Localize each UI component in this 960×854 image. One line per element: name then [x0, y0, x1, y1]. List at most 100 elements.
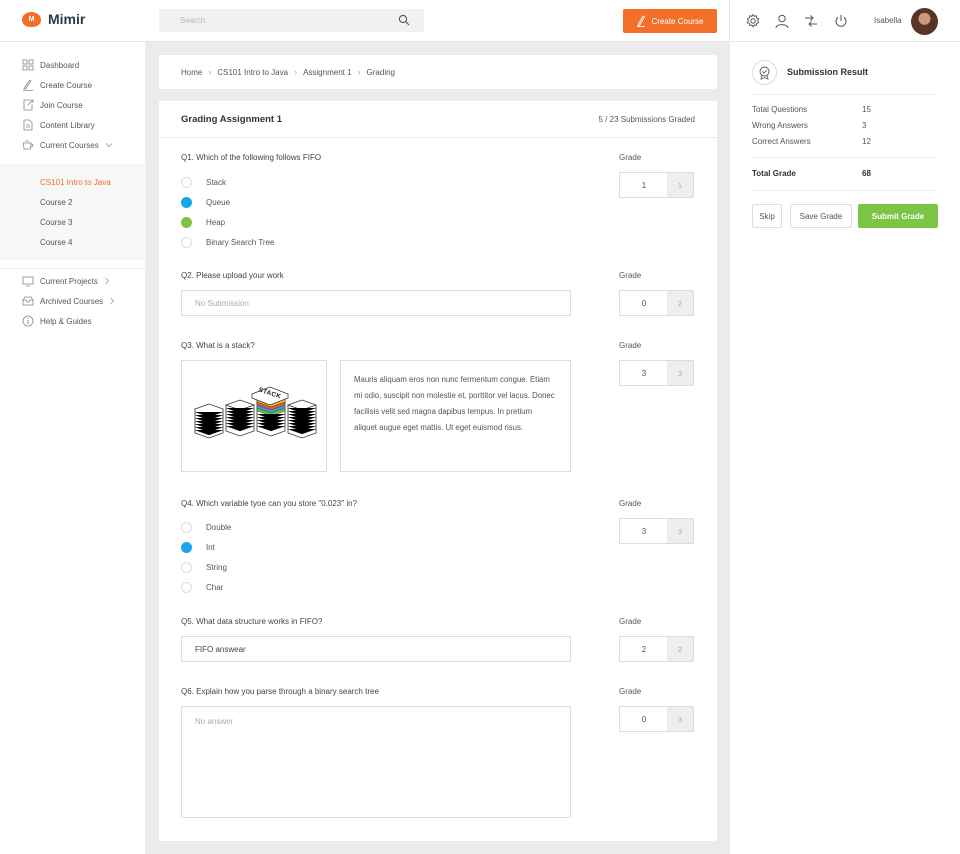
- wrong-answers-label: Wrong Answers: [752, 121, 808, 130]
- question-1-text: Q1. Which of the following follows FIFO: [181, 153, 322, 162]
- question-4-grade-input[interactable]: [620, 519, 668, 543]
- badge-icon: [759, 66, 770, 80]
- breadcrumb-home[interactable]: Home: [181, 68, 202, 77]
- grade-label: Grade: [619, 687, 642, 696]
- help-icon: [22, 315, 34, 327]
- question-3-grade: 3: [619, 360, 694, 386]
- grade-label: Grade: [619, 341, 642, 350]
- option-label: Binary Search Tree: [206, 237, 275, 247]
- grade-label: Grade: [619, 499, 642, 508]
- breadcrumb-course[interactable]: CS101 Intro to Java: [217, 68, 288, 77]
- radio-button[interactable]: [181, 581, 192, 593]
- radio-button[interactable]: [181, 236, 192, 248]
- user-icon[interactable]: [774, 13, 790, 29]
- question-6-text: Q6. Explain how you parse through a bina…: [181, 687, 379, 696]
- sidebar-course-3[interactable]: Course 3: [40, 218, 72, 227]
- q4-option-int[interactable]: Int: [181, 541, 215, 553]
- sidebar-course-2[interactable]: Course 2: [40, 198, 72, 207]
- search-bar: [159, 9, 424, 32]
- sidebar-item-create-course[interactable]: Create Course: [22, 78, 92, 92]
- sidebar-course-cs101[interactable]: CS101 Intro to Java: [40, 178, 111, 187]
- save-grade-button[interactable]: Save Grade: [790, 204, 852, 228]
- radio-button[interactable]: [181, 176, 192, 188]
- question-6-answer: No answer: [181, 706, 571, 818]
- sidebar-item-current-projects[interactable]: Current Projects: [22, 274, 110, 288]
- question-6-grade: 3: [619, 706, 694, 732]
- total-grade-value: 68: [862, 169, 871, 178]
- skip-button[interactable]: Skip: [752, 204, 782, 228]
- question-2-grade: 2: [619, 290, 694, 316]
- sidebar-item-label: Create Course: [40, 80, 93, 90]
- sidebar-course-4[interactable]: Course 4: [40, 238, 72, 247]
- question-3-grade-input[interactable]: [620, 361, 668, 385]
- grading-card: Grading Assignment 1 5 / 23 Submissions …: [159, 101, 717, 841]
- radio-button[interactable]: [181, 561, 192, 573]
- swap-icon[interactable]: [803, 13, 819, 29]
- q1-option-queue[interactable]: Queue: [181, 196, 230, 208]
- correct-answers-value: 12: [862, 137, 871, 146]
- q1-option-bst[interactable]: Binary Search Tree: [181, 236, 274, 248]
- sidebar-item-label: Join Course: [40, 100, 83, 110]
- q1-option-heap[interactable]: Heap: [181, 216, 225, 228]
- divider: [752, 94, 938, 95]
- q4-option-double[interactable]: Double: [181, 521, 231, 533]
- sidebar-item-join-course[interactable]: Join Course: [22, 98, 83, 112]
- question-1-max-points: 1: [667, 173, 693, 197]
- sidebar-item-label: Current Courses: [40, 140, 99, 150]
- sidebar-item-content-library[interactable]: Content Library: [22, 118, 95, 132]
- sidebar-item-dashboard[interactable]: Dashboard: [22, 58, 79, 72]
- question-2-max-points: 2: [667, 291, 693, 315]
- q1-option-stack[interactable]: Stack: [181, 176, 226, 188]
- option-label: Char: [206, 582, 224, 592]
- grade-label: Grade: [619, 617, 642, 626]
- app-name: Mimir: [48, 11, 86, 27]
- radio-button-selected[interactable]: [181, 196, 192, 208]
- search-input[interactable]: [159, 9, 389, 32]
- create-course-button[interactable]: Create Course: [623, 9, 717, 33]
- sidebar-item-archived-courses[interactable]: Archived Courses: [22, 294, 115, 308]
- q4-option-char[interactable]: Char: [181, 581, 223, 593]
- top-bar: M Mimir Create Course Isabella: [0, 0, 960, 42]
- sidebar-item-label: Content Library: [40, 120, 95, 130]
- sidebar-item-current-courses[interactable]: Current Courses: [22, 138, 113, 152]
- logo-mark: M: [22, 11, 41, 27]
- question-2-grade-input[interactable]: [620, 291, 668, 315]
- question-4-grade: 3: [619, 518, 694, 544]
- chevron-right-icon: [105, 277, 109, 285]
- gear-icon[interactable]: [745, 13, 761, 29]
- question-1-grade-input[interactable]: [620, 173, 668, 197]
- radio-button-selected[interactable]: [181, 541, 192, 553]
- total-grade-label: Total Grade: [752, 169, 796, 178]
- search-icon[interactable]: [398, 14, 410, 26]
- cup-icon: [23, 140, 34, 150]
- breadcrumb-separator: ›: [294, 67, 298, 77]
- chevron-right-icon: [110, 297, 115, 305]
- join-icon: [23, 99, 34, 111]
- radio-button-correct[interactable]: [181, 216, 192, 228]
- question-4-text: Q4. Which variable tyoe can you store "0…: [181, 499, 357, 508]
- document-icon: [23, 119, 33, 131]
- question-6-grade-input[interactable]: [620, 707, 668, 731]
- question-5-grade-input[interactable]: [620, 637, 668, 661]
- breadcrumb-assignment[interactable]: Assignment 1: [303, 68, 351, 77]
- app-logo[interactable]: M Mimir: [22, 11, 85, 27]
- total-questions-value: 15: [862, 105, 871, 114]
- sidebar-item-label: Help & Guides: [40, 316, 92, 326]
- username[interactable]: Isabella: [874, 16, 902, 25]
- submit-grade-button[interactable]: Submit Grade: [858, 204, 938, 228]
- sidebar-item-help-guides[interactable]: Help & Guides: [22, 314, 92, 328]
- create-course-label: Create Course: [651, 16, 704, 26]
- q4-option-string[interactable]: String: [181, 561, 227, 573]
- question-3-max-points: 3: [667, 361, 693, 385]
- sidebar-item-label: Archived Courses: [40, 296, 104, 306]
- pen-icon: [23, 79, 33, 91]
- stack-illustration: [193, 386, 318, 439]
- grading-title: Grading Assignment 1: [181, 114, 282, 125]
- question-5-grade: 2: [619, 636, 694, 662]
- power-icon[interactable]: [833, 13, 849, 29]
- question-3-image-answer[interactable]: STACK: [181, 360, 327, 472]
- archive-icon: [22, 296, 34, 306]
- divider: [752, 157, 938, 158]
- avatar[interactable]: [911, 8, 938, 35]
- radio-button[interactable]: [181, 521, 192, 533]
